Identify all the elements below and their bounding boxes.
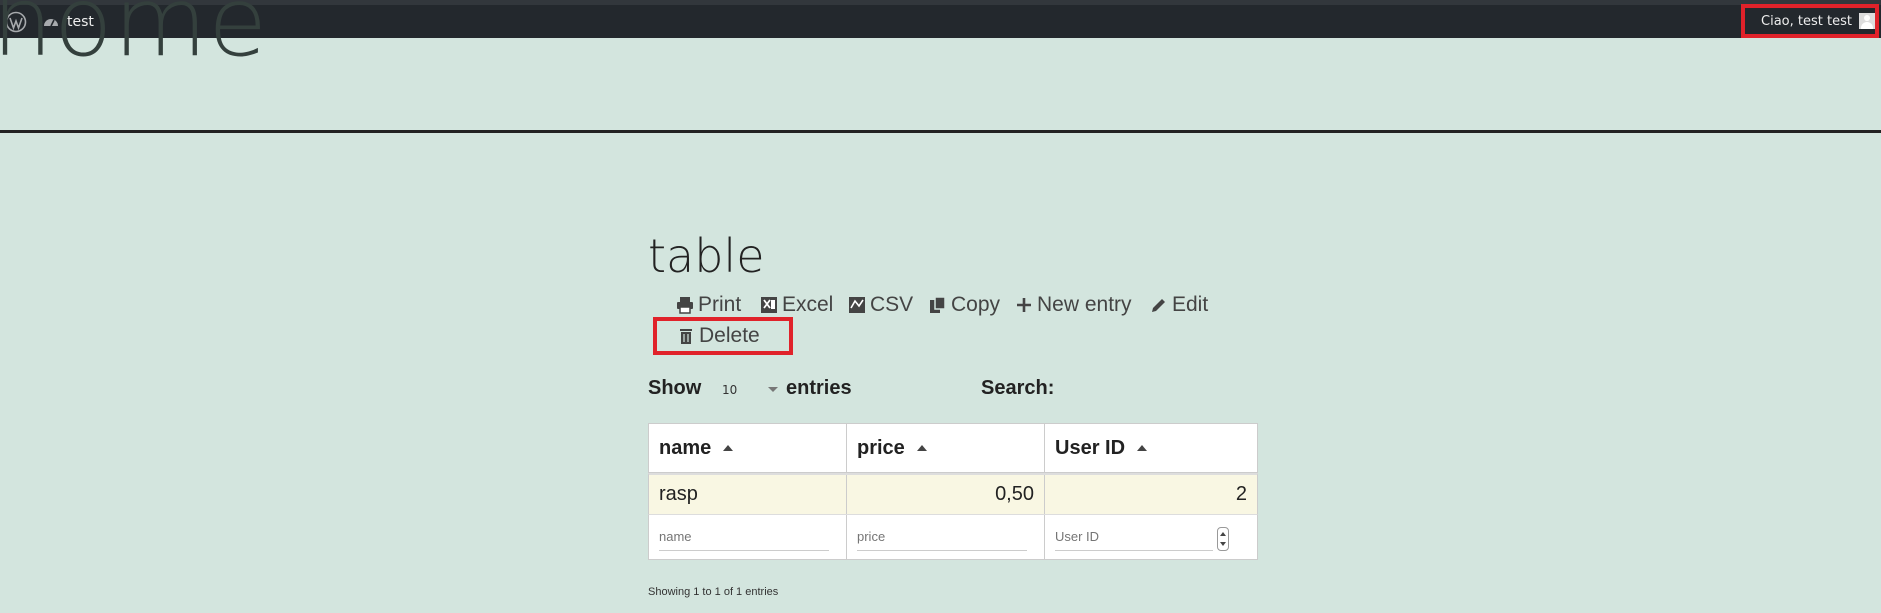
column-header-label: User ID bbox=[1055, 436, 1126, 459]
csv-button[interactable]: CSV bbox=[848, 290, 913, 320]
print-button[interactable]: Print bbox=[676, 290, 741, 320]
column-header-label: price bbox=[857, 436, 905, 459]
edit-button[interactable]: Edit bbox=[1150, 290, 1208, 320]
copy-label: Copy bbox=[951, 293, 1001, 316]
sort-asc-icon bbox=[916, 445, 927, 451]
avatar bbox=[1858, 13, 1875, 29]
edit-label: Edit bbox=[1172, 293, 1209, 316]
chevron-down-icon bbox=[768, 387, 778, 392]
show-label: Show bbox=[648, 377, 702, 399]
plus-icon bbox=[1017, 298, 1031, 312]
copy-button[interactable]: Copy bbox=[929, 290, 1000, 320]
entries-label: entries bbox=[786, 377, 852, 399]
sort-asc-icon bbox=[723, 445, 734, 451]
new-entry-button[interactable]: New entry bbox=[1015, 290, 1132, 320]
delete-label: Delete bbox=[699, 324, 760, 347]
page-length-value: 10 bbox=[722, 383, 738, 397]
copy-icon bbox=[930, 296, 946, 313]
admin-bar-top-line bbox=[0, 0, 1881, 5]
admin-bar: test Ciao, test test bbox=[0, 0, 1881, 38]
table-row[interactable]: rasp 0,50 2 bbox=[648, 473, 1258, 514]
user-account-menu[interactable]: Ciao, test test bbox=[1741, 4, 1879, 38]
delete-button[interactable]: Delete bbox=[653, 317, 793, 355]
new-entry-label: New entry bbox=[1037, 293, 1132, 316]
column-header-name[interactable]: name bbox=[649, 424, 847, 472]
filter-cell bbox=[847, 515, 1045, 559]
filter-cell bbox=[649, 515, 847, 559]
pencil-icon bbox=[1152, 299, 1165, 312]
sort-asc-icon bbox=[1137, 445, 1148, 451]
page-title: table bbox=[648, 229, 765, 283]
cell-price[interactable]: 0,50 bbox=[847, 475, 1045, 514]
csv-label: CSV bbox=[870, 293, 914, 316]
table-info: Showing 1 to 1 of 1 entries bbox=[648, 586, 779, 598]
table-header: name price User ID bbox=[648, 423, 1258, 473]
excel-button[interactable]: Excel bbox=[760, 290, 833, 320]
printer-icon bbox=[677, 297, 693, 314]
user-id-filter-input[interactable] bbox=[1055, 525, 1213, 551]
page-length-select[interactable]: 10 bbox=[718, 380, 778, 400]
column-header-price[interactable]: price bbox=[847, 424, 1045, 472]
excel-file-icon bbox=[761, 297, 777, 313]
name-filter-input[interactable] bbox=[659, 525, 829, 551]
column-header-label: name bbox=[659, 436, 712, 459]
filter-cell bbox=[1045, 515, 1257, 559]
site-title[interactable]: home bbox=[0, 0, 268, 82]
number-spinner-icon[interactable] bbox=[1217, 527, 1229, 551]
column-header-user-id[interactable]: User ID bbox=[1045, 424, 1257, 472]
data-table: name price User ID rasp 0,50 2 bbox=[648, 423, 1258, 560]
print-label: Print bbox=[698, 293, 742, 316]
excel-label: Excel bbox=[782, 293, 834, 316]
user-greeting: Ciao, test test bbox=[1761, 13, 1852, 29]
filter-row bbox=[648, 514, 1258, 560]
trash-icon bbox=[680, 329, 692, 344]
csv-file-icon bbox=[849, 297, 865, 313]
price-filter-input[interactable] bbox=[857, 525, 1027, 551]
search-label: Search: bbox=[981, 377, 1055, 399]
cell-name[interactable]: rasp bbox=[649, 475, 847, 514]
header-divider bbox=[0, 130, 1881, 133]
cell-user-id[interactable]: 2 bbox=[1045, 475, 1257, 514]
